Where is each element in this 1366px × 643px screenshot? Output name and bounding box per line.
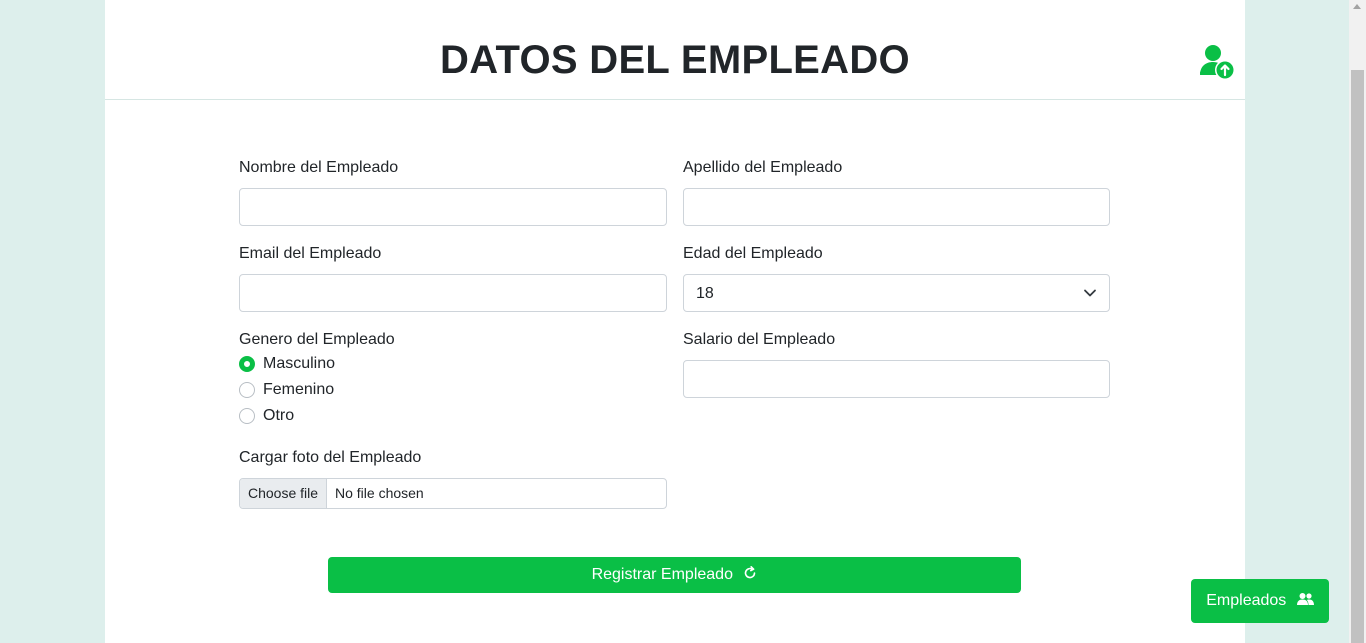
radio-otro[interactable]: Otro bbox=[239, 406, 359, 426]
nombre-input[interactable] bbox=[239, 188, 667, 226]
radio-masculino[interactable]: Masculino bbox=[239, 354, 359, 374]
empleados-button[interactable]: Empleados bbox=[1191, 579, 1329, 623]
choose-file-button[interactable]: Choose file bbox=[240, 479, 327, 508]
registrar-empleado-button[interactable]: Registrar Empleado bbox=[328, 557, 1021, 593]
nombre-label: Nombre del Empleado bbox=[239, 159, 399, 176]
radio-button[interactable] bbox=[239, 382, 255, 398]
salario-label: Salario del Empleado bbox=[683, 331, 836, 348]
radio-label-masculino: Masculino bbox=[263, 355, 336, 372]
refresh-icon bbox=[745, 566, 756, 579]
edad-label: Edad del Empleado bbox=[683, 245, 823, 262]
genero-label: Genero del Empleado bbox=[239, 331, 395, 348]
registrar-empleado-label: Registrar Empleado bbox=[591, 566, 733, 583]
page-title: DATOS DEL EMPLEADO bbox=[440, 38, 910, 82]
radio-button-checked[interactable] bbox=[239, 356, 255, 372]
radio-label-femenino: Femenino bbox=[263, 381, 335, 398]
radio-label-otro: Otro bbox=[263, 407, 295, 424]
edad-selected-value: 18 bbox=[696, 285, 714, 302]
foto-label: Cargar foto del Empleado bbox=[239, 449, 422, 466]
users-icon bbox=[1296, 593, 1314, 605]
scrollbar-thumb[interactable] bbox=[1351, 70, 1364, 643]
empleados-label: Empleados bbox=[1206, 592, 1287, 609]
radio-femenino[interactable]: Femenino bbox=[239, 380, 359, 400]
user-upload-icon[interactable] bbox=[1198, 42, 1238, 82]
salario-input[interactable] bbox=[683, 360, 1110, 398]
radio-button[interactable] bbox=[239, 408, 255, 424]
main-card: DATOS DEL EMPLEADO Nombre del Empleado A… bbox=[105, 0, 1245, 643]
page-header: DATOS DEL EMPLEADO bbox=[105, 0, 1245, 100]
email-input[interactable] bbox=[239, 274, 667, 312]
edad-select[interactable]: 18 bbox=[683, 274, 1110, 312]
email-label: Email del Empleado bbox=[239, 245, 382, 262]
apellido-label: Apellido del Empleado bbox=[683, 159, 843, 176]
foto-file-input[interactable]: Choose file No file chosen bbox=[239, 478, 667, 509]
file-status-text: No file chosen bbox=[335, 485, 424, 501]
scroll-up-arrow-icon[interactable] bbox=[1353, 4, 1361, 9]
chevron-down-icon bbox=[1084, 289, 1096, 297]
apellido-input[interactable] bbox=[683, 188, 1110, 226]
vertical-scrollbar[interactable] bbox=[1349, 0, 1366, 643]
